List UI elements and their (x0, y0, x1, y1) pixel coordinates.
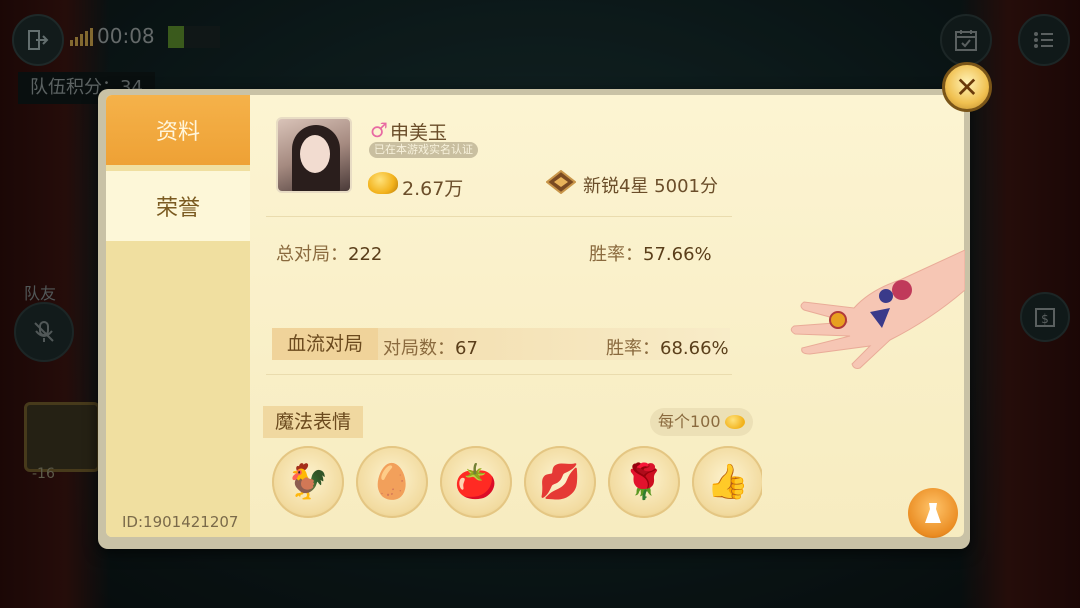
total-games: 总对局：222 (276, 240, 382, 266)
overall-win-rate: 胜率：57.66% (589, 240, 712, 266)
thumbs-up-emote-button[interactable]: 👍 (692, 446, 762, 518)
rank-badge-icon (546, 170, 576, 194)
total-games-value: 222 (348, 244, 383, 265)
egg-emote-button[interactable]: 🥚 (356, 446, 428, 518)
rooster-icon: 🐓 (286, 462, 330, 502)
divider (266, 216, 732, 217)
male-icon: ♂ (370, 118, 388, 142)
win-rate-label: 胜率： (589, 244, 643, 265)
player-rank: 新锐4星 5001分 (583, 176, 718, 197)
dialog-sidebar: 资料 荣誉 ID:1901421207 (106, 95, 250, 537)
tomato-icon: 🍅 (454, 462, 498, 502)
mode-win-rate: 胜率：68.66% (606, 334, 729, 360)
lips-icon: 💋 (538, 462, 582, 502)
mode-win-rate-label: 胜率： (606, 338, 660, 359)
mode-games-value: 67 (455, 338, 478, 359)
tattooed-hand-image (790, 250, 965, 369)
tab-honor[interactable]: 荣誉 (106, 171, 250, 241)
gold-ingot-icon (724, 415, 745, 429)
magic-emotes-title: 魔法表情 (263, 406, 363, 438)
egg-icon: 🥚 (370, 462, 414, 502)
tab-profile[interactable]: 资料 (106, 95, 250, 165)
mode-games-label: 对局数： (383, 338, 455, 359)
close-icon: ✕ (955, 70, 979, 104)
gold-ingot-icon (368, 172, 398, 194)
close-button[interactable]: ✕ (942, 62, 992, 112)
gold-amount: 2.67万 (402, 178, 464, 200)
player-avatar (276, 117, 352, 193)
player-id: ID:1901421207 (122, 513, 239, 531)
lips-emote-button[interactable]: 💋 (524, 446, 596, 518)
rose-emote-button[interactable]: 🌹 (608, 446, 680, 518)
divider (266, 374, 732, 375)
player-name: 申美玉 (390, 122, 448, 144)
dress-up-button[interactable] (908, 488, 958, 538)
total-games-label: 总对局： (276, 244, 348, 265)
win-rate-value: 57.66% (643, 244, 712, 265)
mode-games: 对局数：67 (383, 334, 478, 360)
emote-list: 🐓 🥚 🍅 💋 🌹 👍 (272, 446, 762, 518)
emote-price-text: 每个100 (658, 412, 721, 431)
thumbs-up-icon: 👍 (706, 462, 750, 502)
mode-title: 血流对局 (272, 328, 378, 360)
rose-icon: 🌹 (622, 462, 666, 502)
dress-icon (925, 503, 941, 523)
mode-win-rate-value: 68.66% (660, 338, 729, 359)
emote-price: 每个100 (650, 408, 753, 436)
verified-badge: 已在本游戏实名认证 (369, 142, 478, 158)
rooster-emote-button[interactable]: 🐓 (272, 446, 344, 518)
tomato-emote-button[interactable]: 🍅 (440, 446, 512, 518)
